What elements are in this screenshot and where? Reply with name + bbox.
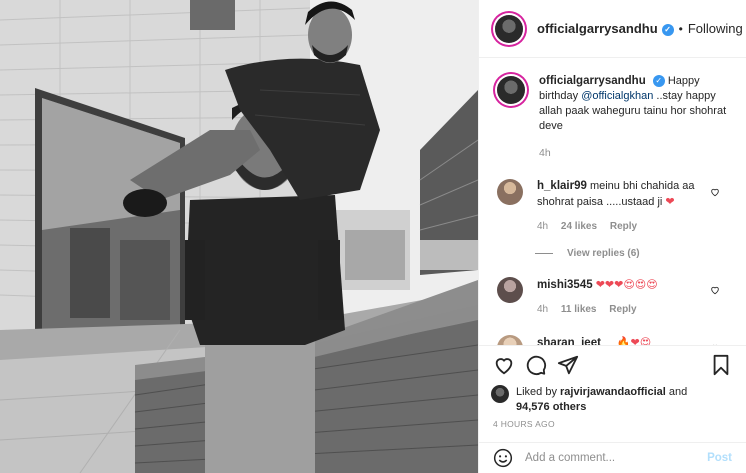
liked-by-text: Liked by rajvirjawandaofficial and 94,57… — [516, 385, 687, 415]
post-caption: officialgarrysandhu ✓ Happy birthday @of… — [495, 74, 730, 161]
author-username[interactable]: officialgarrysandhu ✓ — [537, 21, 674, 36]
comment-body: h_klair99 meinu bhi chahida aa shohrat p… — [537, 179, 717, 234]
post-panel: officialgarrysandhu ✓ • Following officia… — [478, 0, 746, 473]
caption-mention[interactable]: @officialgkhan — [581, 90, 653, 102]
comment-time[interactable]: 4h — [537, 304, 548, 315]
liked-by-user[interactable]: rajvirjawandaofficial — [560, 386, 666, 398]
comment-reply-button[interactable]: Reply — [610, 221, 637, 232]
comment-reply-button[interactable]: Reply — [609, 304, 636, 315]
caption-avatar[interactable] — [497, 76, 525, 104]
comment-heart-icon[interactable] — [710, 187, 720, 197]
comment-meta: 4h 24 likes Reply — [537, 219, 717, 234]
replies-line — [535, 253, 553, 254]
comment-body: mishi3545 ❤❤❤😍😍😍 4h 11 likes Reply — [537, 277, 717, 317]
caption-username[interactable]: officialgarrysandhu — [539, 75, 646, 87]
liker-avatar[interactable] — [491, 385, 509, 403]
comment-emoji: ❤ — [665, 195, 675, 208]
bookmark-icon[interactable] — [710, 354, 732, 376]
post-comment-button[interactable]: Post — [707, 452, 732, 464]
verified-badge-icon: ✓ — [661, 24, 674, 36]
comment-likes[interactable]: 11 likes — [561, 304, 597, 315]
liked-by-prefix: Liked by — [516, 386, 561, 398]
post-photo[interactable] — [0, 0, 478, 473]
heart-icon[interactable] — [493, 354, 515, 376]
separator-dot: • — [678, 21, 683, 36]
author-avatar[interactable] — [495, 14, 523, 43]
comment-meta: 4h 11 likes Reply — [537, 302, 717, 317]
comment-icon[interactable] — [525, 354, 547, 376]
comments-list[interactable]: officialgarrysandhu ✓ Happy birthday @of… — [479, 58, 746, 345]
comment-time[interactable]: 4h — [537, 221, 548, 232]
comment-item: mishi3545 ❤❤❤😍😍😍 4h 11 likes Reply — [495, 277, 730, 317]
verified-badge-icon: ✓ — [652, 75, 665, 87]
comment-username[interactable]: sharan_jeet__ — [537, 337, 614, 345]
comment-username[interactable]: mishi3545 — [537, 279, 593, 291]
liked-by: Liked by rajvirjawandaofficial and 94,57… — [491, 385, 687, 415]
commenter-avatar[interactable] — [497, 335, 523, 345]
caption-body: officialgarrysandhu ✓ Happy birthday @of… — [539, 74, 730, 161]
action-bar — [479, 345, 746, 385]
following-button[interactable]: Following — [688, 21, 743, 36]
add-comment-input[interactable]: Add a comment... — [525, 452, 707, 464]
photo-image — [0, 0, 478, 473]
comment-item: sharan_jeet__ 🔥❤😍 — [495, 335, 730, 345]
comment-likes[interactable]: 24 likes — [561, 221, 597, 232]
comment-item: h_klair99 meinu bhi chahida aa shohrat p… — [495, 179, 730, 234]
liked-by-count[interactable]: 94,576 others — [516, 401, 586, 413]
post-time[interactable]: 4 HOURS AGO — [493, 419, 555, 429]
commenter-avatar[interactable] — [497, 277, 523, 303]
view-replies-label: View replies (6) — [567, 248, 640, 259]
post-header: officialgarrysandhu ✓ • Following — [479, 0, 746, 58]
caption-time[interactable]: 4h — [539, 146, 730, 161]
add-comment-bar: Add a comment... Post — [479, 442, 746, 473]
comment-emoji: 🔥❤😍 — [616, 336, 652, 345]
smiley-icon[interactable] — [493, 448, 513, 468]
comment-heart-icon[interactable] — [710, 285, 720, 295]
view-replies-button[interactable]: View replies (6) — [535, 248, 730, 259]
comment-username[interactable]: h_klair99 — [537, 180, 587, 192]
share-icon[interactable] — [557, 354, 579, 376]
liked-by-and: and — [665, 386, 688, 398]
comment-emoji: ❤❤❤😍😍😍 — [595, 278, 658, 291]
comment-body: sharan_jeet__ 🔥❤😍 — [537, 335, 717, 345]
commenter-avatar[interactable] — [497, 179, 523, 205]
